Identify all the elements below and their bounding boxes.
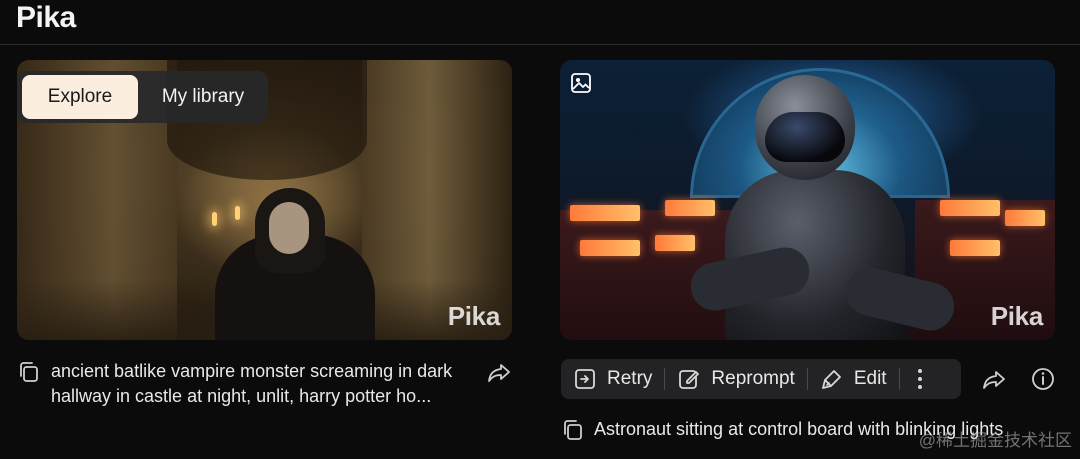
- share-icon: [488, 364, 510, 382]
- thumb-figure-face: [269, 202, 309, 254]
- view-tabs: Explore My library: [17, 71, 268, 123]
- retry-button[interactable]: Retry: [561, 359, 664, 399]
- brush-icon: [821, 370, 841, 389]
- retry-icon: [575, 369, 595, 389]
- thumb-panel-light: [940, 200, 1000, 216]
- thumb-panel-light: [665, 200, 715, 216]
- thumb-panel-light: [1005, 210, 1045, 226]
- prompt-row-left: ancient batlike vampire monster screamin…: [17, 359, 487, 409]
- top-bar: Pika: [0, 0, 1080, 45]
- prompt-text: ancient batlike vampire monster screamin…: [51, 361, 453, 406]
- video-thumbnail-astronaut[interactable]: Pika: [560, 60, 1055, 340]
- reprompt-label: Reprompt: [711, 368, 795, 389]
- action-bar: Retry Reprompt Edit: [561, 359, 961, 399]
- more-options-button[interactable]: [900, 359, 940, 399]
- edit-button[interactable]: Edit: [808, 359, 899, 399]
- thumb-astronaut-visor: [765, 112, 845, 162]
- copy-icon[interactable]: [17, 359, 43, 385]
- thumb-candle: [235, 206, 240, 220]
- thumb-panel-light: [655, 235, 695, 251]
- image-icon: [571, 73, 591, 93]
- share-button[interactable]: [485, 358, 513, 386]
- edit-pencil-icon: [679, 370, 700, 389]
- tab-explore[interactable]: Explore: [22, 75, 138, 119]
- thumb-candle: [212, 212, 217, 226]
- edit-label: Edit: [853, 368, 887, 389]
- more-vertical-icon: [917, 369, 922, 389]
- thumb-panel-light: [950, 240, 1000, 256]
- info-button[interactable]: [1029, 365, 1057, 393]
- video-watermark: Pika: [447, 301, 501, 331]
- pika-logo[interactable]: Pika: [16, 1, 76, 35]
- info-icon: [1032, 368, 1054, 390]
- source-watermark: @稀土掘金技术社区: [918, 431, 1072, 450]
- thumb-panel-light: [570, 205, 640, 221]
- reprompt-button[interactable]: Reprompt: [665, 359, 806, 399]
- share-icon: [983, 371, 1005, 389]
- tab-my-library[interactable]: My library: [143, 75, 263, 119]
- video-watermark: Pika: [990, 301, 1044, 331]
- share-button[interactable]: [980, 365, 1008, 393]
- retry-label: Retry: [607, 368, 653, 389]
- thumb-panel-light: [580, 240, 640, 256]
- copy-icon[interactable]: [561, 417, 587, 443]
